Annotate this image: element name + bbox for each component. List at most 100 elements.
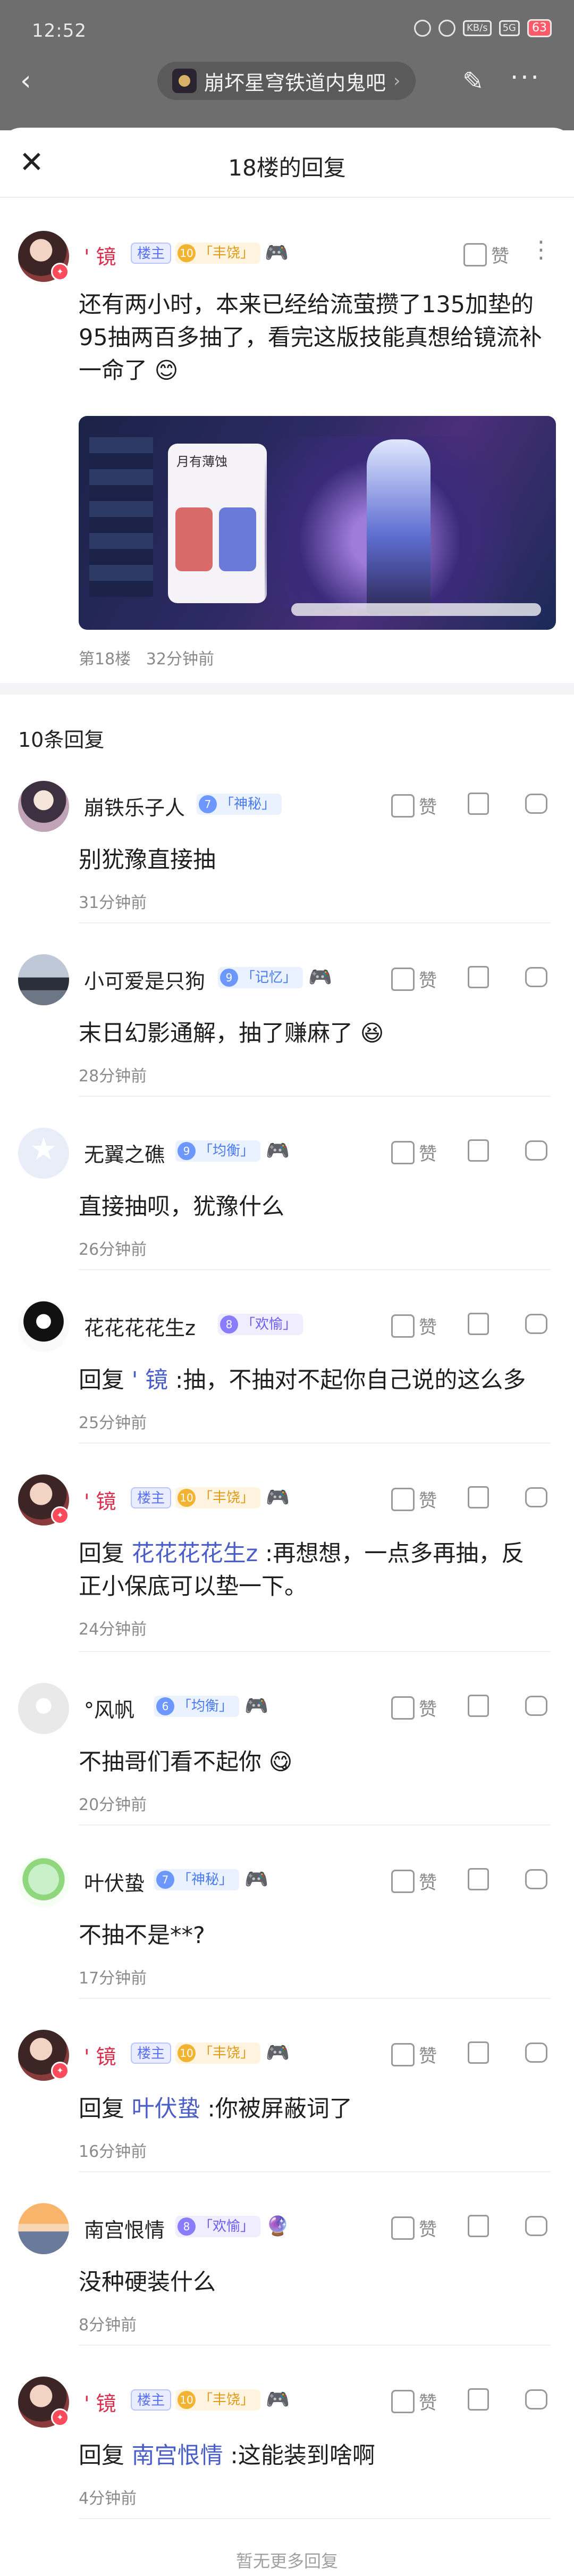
reply-icon[interactable]: [525, 2043, 547, 2063]
reply-time: 31分钟前: [79, 894, 147, 912]
thumbs-down-icon[interactable]: [468, 2215, 489, 2237]
owner-tag: 楼主: [131, 1487, 172, 1508]
thumbs-down-icon[interactable]: [468, 2388, 489, 2411]
reply-avatar[interactable]: [18, 1683, 69, 1734]
like-button[interactable]: 赞: [463, 241, 509, 268]
level-badge: 9 「均衡」: [175, 1140, 261, 1162]
reply-time: 24分钟前: [79, 1620, 147, 1639]
reply-to-user[interactable]: 南宫恨情: [132, 2442, 223, 2469]
reply-text: 回复 南宫恨情 :这能装到啥啊: [79, 2439, 546, 2472]
reply-username[interactable]: 花花花花生z: [84, 1312, 196, 1341]
like-button[interactable]: 赞: [391, 1486, 437, 1512]
more-vertical-icon[interactable]: ⋮: [529, 238, 553, 262]
emoji-icon: 😋: [268, 1749, 293, 1775]
thumbs-up-icon: [391, 2216, 415, 2240]
thumbs-down-icon[interactable]: [468, 1139, 489, 1162]
divider: [79, 2345, 551, 2346]
reply-body: :抽，不抽对不起你自己说的这么多: [175, 1367, 526, 1394]
level-badge: 9 「记忆」: [218, 967, 303, 988]
like-button[interactable]: 赞: [391, 2041, 437, 2068]
thumbs-down-icon[interactable]: [468, 1695, 489, 1717]
avatar-badge: ✦: [51, 1506, 69, 1524]
owner-tag: 楼主: [131, 2389, 172, 2411]
reply-icon[interactable]: [525, 1869, 547, 1889]
reply-username[interactable]: ' 镜: [84, 1485, 116, 1514]
reply-icon[interactable]: [525, 794, 547, 814]
forum-name: 崩坏星穹铁道内鬼吧: [204, 71, 386, 95]
reply-username[interactable]: ' 镜: [84, 2387, 116, 2416]
thumbs-down-icon[interactable]: [468, 1313, 489, 1335]
reply-avatar[interactable]: [18, 1301, 69, 1352]
edit-icon[interactable]: ✎: [462, 66, 493, 97]
level-number: 8: [178, 2217, 196, 2236]
reply-time: 16分钟前: [79, 2143, 147, 2161]
level-badge: 10 「丰饶」: [175, 1487, 261, 1508]
thumbs-down-icon[interactable]: [468, 793, 489, 815]
reply-avatar[interactable]: [18, 1128, 69, 1179]
reply-body: :这能装到啥啊: [230, 2442, 375, 2469]
level-badge: 10 「丰饶」: [175, 2389, 261, 2411]
reply-username[interactable]: °风帆: [84, 1694, 134, 1723]
reply-time: 28分钟前: [79, 1067, 147, 1086]
reply-icon[interactable]: [525, 2216, 547, 2236]
reply-avatar[interactable]: [18, 954, 69, 1005]
thumbs-up-icon: [391, 1869, 415, 1893]
reply-avatar[interactable]: [18, 2203, 69, 2254]
reply-icon[interactable]: [525, 1487, 547, 1507]
reply-username[interactable]: 小可爱是只狗: [84, 965, 205, 994]
level-badge: 10 「丰饶」: [175, 243, 261, 264]
level-number: 7: [199, 795, 217, 813]
reply-username[interactable]: 叶伏蛰: [84, 1867, 145, 1896]
like-button[interactable]: 赞: [391, 793, 437, 819]
reply-icon[interactable]: [525, 1314, 547, 1334]
floor-number: 第18楼: [79, 650, 131, 669]
thumbs-down-icon[interactable]: [468, 1486, 489, 1508]
status-time: 12:52: [32, 20, 87, 41]
like-button[interactable]: 赞: [391, 2388, 437, 2414]
like-button[interactable]: 赞: [391, 2215, 437, 2241]
reply-body: 没种硬装什么: [79, 2269, 216, 2296]
like-button[interactable]: 赞: [391, 1868, 437, 1894]
forum-pill[interactable]: 崩坏星穹铁道内鬼吧 ›: [157, 62, 416, 100]
reply-icon[interactable]: [525, 1140, 547, 1161]
reply-to-user[interactable]: ' 镜: [132, 1367, 168, 1394]
sheet-title: 18楼的回复: [228, 155, 346, 181]
thumbs-down-icon[interactable]: [468, 2041, 489, 2064]
like-button[interactable]: 赞: [391, 1313, 437, 1339]
like-label: 赞: [419, 2046, 437, 2067]
reply-icon[interactable]: [525, 967, 547, 987]
reply-body: 直接抽呗，犹豫什么: [79, 1194, 284, 1220]
like-label: 赞: [419, 1317, 437, 1338]
reply-to-user[interactable]: 叶伏蛰: [132, 2096, 200, 2122]
reply-avatar[interactable]: [18, 781, 69, 832]
mute-icon: [438, 20, 455, 37]
thumbs-up-icon: [391, 1487, 415, 1511]
thumbs-down-icon[interactable]: [468, 1868, 489, 1890]
reply-text: 直接抽呗，犹豫什么: [79, 1190, 546, 1223]
like-button[interactable]: 赞: [391, 1139, 437, 1165]
post-image[interactable]: 月有薄蚀: [79, 416, 556, 630]
level-number: 8: [220, 1315, 238, 1333]
reply-to-user[interactable]: 花花花花生z: [132, 1540, 258, 1567]
like-label: 赞: [419, 1144, 437, 1165]
reply-avatar[interactable]: [18, 1856, 69, 1907]
emoji-icon: 😆: [360, 1020, 384, 1047]
more-icon[interactable]: ···: [510, 65, 547, 97]
reply-username[interactable]: 南宫恨情: [84, 2214, 165, 2243]
back-arrow-icon[interactable]: ‹: [20, 66, 50, 96]
like-label: 赞: [419, 970, 437, 991]
like-button[interactable]: 赞: [391, 1695, 437, 1721]
reply-username[interactable]: 无翼之礁: [84, 1138, 165, 1168]
reply-username[interactable]: ' 镜: [84, 2040, 116, 2070]
reply-icon[interactable]: [525, 2389, 547, 2410]
reply-username[interactable]: 崩铁乐子人: [84, 791, 185, 821]
level-title: 「丰饶」: [199, 2392, 255, 2408]
username[interactable]: ' 镜: [84, 240, 116, 270]
image-panel-title: 月有薄蚀: [176, 454, 227, 469]
divider: [79, 1824, 551, 1825]
avatar-badge: ✦: [51, 2062, 69, 2080]
like-button[interactable]: 赞: [391, 966, 437, 992]
thumbs-down-icon[interactable]: [468, 966, 489, 988]
reply-icon[interactable]: [525, 1696, 547, 1716]
level-badge: 6 「均衡」: [154, 1696, 240, 1717]
